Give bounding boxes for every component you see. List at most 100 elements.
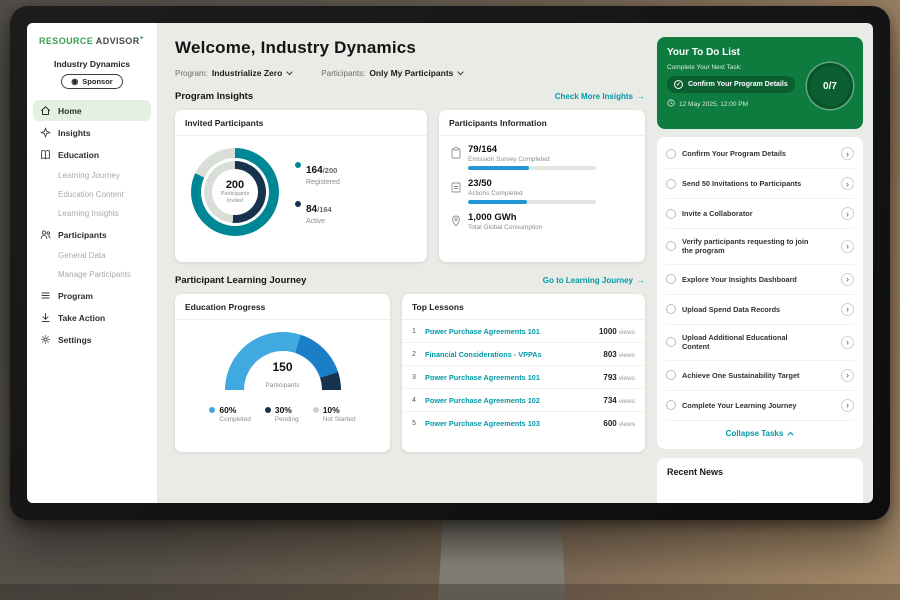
sponsor-icon: ◉ (71, 78, 78, 86)
lesson-rank: 3 (412, 374, 419, 381)
lesson-views: 803 (603, 350, 616, 359)
sidebar-item-learning-journey[interactable]: Learning Journey (33, 166, 151, 185)
check-icon: ✓ (674, 80, 683, 89)
chevron-right-icon[interactable]: › (841, 177, 854, 190)
lesson-link[interactable]: Power Purchase Agreements 103 (425, 419, 597, 428)
task-checkbox[interactable] (666, 179, 676, 189)
chevron-right-icon[interactable]: › (841, 147, 854, 160)
sidebar-item-settings[interactable]: Settings (33, 329, 151, 350)
sidebar-item-label: Program (58, 291, 93, 301)
collapse-label: Collapse Tasks (726, 429, 784, 438)
sidebar-item-program[interactable]: Program (33, 285, 151, 306)
sidebar-item-take-action[interactable]: Take Action (33, 307, 151, 328)
program-insights-section-header: Program Insights Check More Insights → (175, 91, 645, 102)
clock-icon (667, 99, 675, 109)
desk-surface (0, 584, 900, 600)
lesson-rank: 4 (412, 397, 419, 404)
task-checkbox[interactable] (666, 304, 676, 314)
sidebar-item-education[interactable]: Education (33, 144, 151, 165)
card-title: Participants Information (439, 110, 645, 136)
sidebar-item-label: Education (58, 150, 99, 160)
legend-label: Not Started (323, 416, 356, 423)
gauge-center-value: 150 (175, 360, 390, 374)
main-content: Welcome, Industry Dynamics Program: Indu… (157, 23, 657, 503)
todo-task-row[interactable]: Send 50 Invitations to Participants › (666, 169, 854, 199)
list-icon (40, 290, 51, 301)
program-filter-dropdown[interactable]: Program: Industrialize Zero (175, 68, 293, 78)
card-title: Education Progress (175, 294, 390, 320)
sidebar-item-label: Take Action (58, 313, 105, 323)
sidebar-subitem-label: Learning Insights (58, 209, 119, 218)
task-checkbox[interactable] (666, 209, 676, 219)
sidebar-item-home[interactable]: Home (33, 100, 151, 121)
todo-summary-card: Your To Do List Complete Your Next Task:… (657, 37, 863, 129)
task-label: Send 50 Invitations to Participants (682, 179, 801, 188)
stat-label: Emission Survey Completed (468, 156, 596, 163)
todo-progress-ring: 0/7 (807, 63, 853, 109)
chevron-right-icon[interactable]: › (841, 240, 854, 253)
task-checkbox[interactable] (666, 149, 676, 159)
task-checkbox[interactable] (666, 370, 676, 380)
lesson-views-label: views (619, 398, 635, 405)
todo-list-card: Confirm Your Program Details › Send 50 I… (657, 137, 863, 449)
sidebar-item-manage-participants[interactable]: Manage Participants (33, 265, 151, 284)
learning-journey-cards: Education Progress 150 Participants (175, 294, 645, 452)
chevron-right-icon[interactable]: › (841, 207, 854, 220)
chevron-right-icon[interactable]: › (841, 336, 854, 349)
task-checkbox[interactable] (666, 400, 676, 410)
todo-title: Your To Do List (667, 47, 853, 58)
lesson-link[interactable]: Power Purchase Agreements 101 (425, 327, 593, 336)
location-pin-icon (451, 214, 461, 232)
legend-label: Registered (306, 179, 340, 186)
lesson-row: 2 Financial Considerations - VPPAs 803vi… (402, 343, 645, 366)
arrow-right-icon: → (637, 276, 645, 285)
lesson-link[interactable]: Power Purchase Agreements 101 (425, 373, 597, 382)
sidebar-item-learning-insights[interactable]: Learning Insights (33, 204, 151, 223)
todo-task-row[interactable]: Complete Your Learning Journey › (666, 391, 854, 421)
task-label: Verify participants requesting to join t… (682, 237, 814, 256)
donut-center-label: Participants Invited (217, 191, 253, 205)
task-checkbox[interactable] (666, 274, 676, 284)
progress-track (468, 200, 596, 204)
gauge-center-label: Participants (266, 382, 300, 389)
check-more-insights-link[interactable]: Check More Insights → (555, 92, 645, 101)
pending-dot (265, 407, 271, 413)
todo-task-row[interactable]: Explore Your Insights Dashboard › (666, 265, 854, 295)
chevron-right-icon[interactable]: › (841, 273, 854, 286)
todo-task-row[interactable]: Verify participants requesting to join t… (666, 229, 854, 265)
todo-task-row[interactable]: Achieve One Sustainability Target › (666, 361, 854, 391)
collapse-tasks-link[interactable]: Collapse Tasks (666, 421, 854, 447)
sidebar-subitem-label: Education Content (58, 190, 124, 199)
legend-completed: 60% Completed (209, 405, 250, 423)
sidebar-item-insights[interactable]: Insights (33, 122, 151, 143)
lesson-link[interactable]: Financial Considerations - VPPAs (425, 350, 597, 359)
task-checkbox[interactable] (666, 337, 676, 347)
book-icon (40, 149, 51, 160)
todo-task-row[interactable]: Invite a Collaborator › (666, 199, 854, 229)
sidebar-item-education-content[interactable]: Education Content (33, 185, 151, 204)
todo-task-row[interactable]: Upload Spend Data Records › (666, 295, 854, 325)
chevron-right-icon[interactable]: › (841, 303, 854, 316)
education-progress-card: Education Progress 150 Participants (175, 294, 390, 452)
org-name: Industry Dynamics (27, 59, 157, 69)
emission-survey-stat: 79/164 Emission Survey Completed (439, 136, 645, 170)
sidebar-item-general-data[interactable]: General Data (33, 246, 151, 265)
legend-value: 60% (219, 405, 250, 415)
sponsor-badge[interactable]: ◉ Sponsor (61, 74, 122, 89)
actions-completed-stat: 23/50 Actions Completed (439, 170, 645, 204)
next-task-pill[interactable]: ✓ Confirm Your Program Details (667, 76, 795, 93)
sidebar-item-participants[interactable]: Participants (33, 224, 151, 245)
lesson-rank: 5 (412, 420, 419, 427)
todo-task-row[interactable]: Upload Additional Educational Content › (666, 325, 854, 361)
go-to-learning-journey-link[interactable]: Go to Learning Journey → (543, 276, 645, 285)
task-label: Upload Additional Educational Content (682, 333, 814, 352)
lesson-link[interactable]: Power Purchase Agreements 102 (425, 396, 597, 405)
participants-filter-dropdown[interactable]: Participants: Only My Participants (321, 68, 464, 78)
chevron-right-icon[interactable]: › (841, 369, 854, 382)
checklist-icon (451, 180, 461, 204)
link-label: Go to Learning Journey (543, 276, 633, 285)
chevron-right-icon[interactable]: › (841, 399, 854, 412)
todo-task-row[interactable]: Confirm Your Program Details › (666, 139, 854, 169)
task-checkbox[interactable] (666, 241, 676, 251)
download-action-icon (40, 312, 51, 323)
